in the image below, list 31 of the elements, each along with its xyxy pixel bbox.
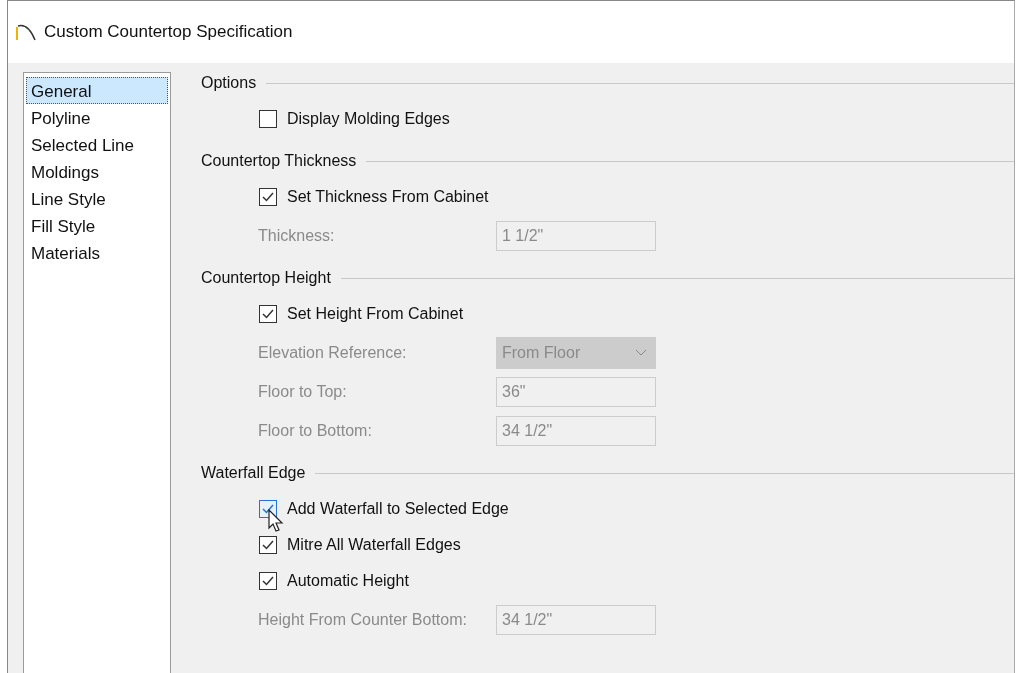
checkbox-label: Add Waterfall to Selected Edge — [287, 500, 509, 518]
category-item[interactable]: Selected Line — [26, 131, 168, 158]
category-item[interactable]: Polyline — [26, 104, 168, 131]
category-item[interactable]: Fill Style — [26, 212, 168, 239]
field-label: Floor to Bottom: — [258, 421, 373, 440]
field-label: Thickness: — [258, 226, 336, 245]
mouse-pointer-icon — [268, 509, 284, 533]
field-label: Elevation Reference: — [258, 343, 408, 362]
category-item[interactable]: Line Style — [26, 185, 168, 212]
checkbox[interactable] — [259, 572, 277, 590]
checkbox-label: Automatic Height — [287, 572, 409, 590]
checkbox[interactable] — [259, 188, 277, 206]
category-item[interactable]: Moldings — [26, 158, 168, 185]
arch-icon — [16, 23, 36, 41]
field-label: Height From Counter Bottom: — [258, 610, 468, 629]
section-heading: Countertop Thickness — [201, 152, 357, 170]
checkbox[interactable] — [259, 305, 277, 323]
checkbox-label: Mitre All Waterfall Edges — [287, 536, 461, 554]
checkbox-label: Set Height From Cabinet — [287, 305, 464, 323]
field-label: Floor to Top: — [258, 382, 348, 401]
window-title: Custom Countertop Specification — [44, 22, 293, 42]
checkbox-label: Display Molding Edges — [287, 110, 450, 128]
checkbox-label: Set Thickness From Cabinet — [287, 188, 489, 206]
section-heading: Countertop Height — [201, 269, 331, 287]
category-item[interactable]: General — [26, 77, 168, 104]
checkbox[interactable] — [259, 536, 277, 554]
chevron-down-icon — [635, 348, 647, 357]
section-heading: Options — [201, 74, 257, 92]
category-item[interactable]: Materials — [26, 239, 168, 266]
checkbox[interactable] — [259, 110, 277, 128]
section-heading: Waterfall Edge — [201, 464, 306, 482]
